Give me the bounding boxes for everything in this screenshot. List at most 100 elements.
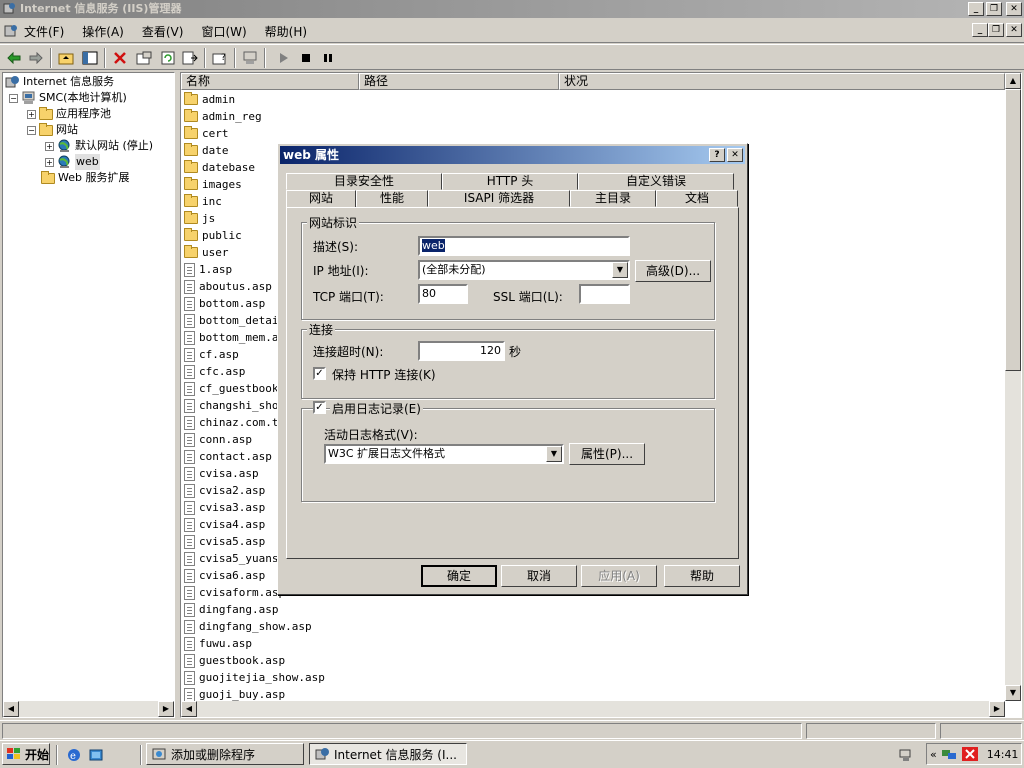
delete-icon[interactable] [110, 48, 130, 68]
keepalive-checkbox[interactable]: ✓ [313, 367, 326, 380]
scroll-down-icon[interactable]: ▼ [1005, 685, 1021, 701]
mdi-close-button[interactable]: ✕ [1006, 23, 1022, 37]
scroll-thumb[interactable] [1005, 89, 1021, 371]
tcp-port-input[interactable]: 80 [418, 284, 468, 304]
collapse-icon[interactable]: − [27, 125, 36, 135]
tab-isapi-filters[interactable]: ISAPI 筛选器 [428, 190, 570, 207]
list-item-file[interactable]: chinaz.com.tx [184, 414, 285, 431]
list-item-folder[interactable]: public [184, 227, 242, 244]
mdi-minimize-button[interactable]: _ [972, 23, 988, 37]
restore-button[interactable]: ❐ [986, 2, 1002, 16]
tab-directory-security[interactable]: 目录安全性 [286, 173, 442, 190]
network-connection-icon[interactable] [941, 746, 957, 762]
keepalive-label[interactable]: 保持 HTTP 连接(K) [332, 366, 436, 383]
tree-item-default-site[interactable]: + 默认网站 (停止) [45, 138, 153, 154]
list-item-file[interactable]: cf.asp [184, 346, 239, 363]
advanced-button[interactable]: 高级(D)... [635, 260, 711, 282]
list-item-file[interactable]: fuwu.asp [184, 635, 252, 652]
menu-action[interactable]: 操作(A) [82, 23, 124, 40]
network-tray-icon[interactable] [896, 745, 916, 765]
column-header-name[interactable]: 名称 [181, 73, 359, 90]
log-properties-button[interactable]: 属性(P)... [569, 443, 645, 465]
show-tree-icon[interactable] [80, 48, 100, 68]
apply-button[interactable]: 应用(A) [581, 565, 657, 587]
scroll-up-icon[interactable]: ▲ [1005, 73, 1021, 89]
timeout-input[interactable]: 120 [418, 341, 505, 361]
list-item-file[interactable]: bottom_detail [184, 312, 285, 329]
list-item-folder[interactable]: images [184, 176, 242, 193]
scroll-left-icon[interactable]: ◀ [181, 701, 197, 717]
tab-http-headers[interactable]: HTTP 头 [442, 173, 578, 190]
start-button[interactable]: 开始 [2, 743, 50, 765]
tab-documents[interactable]: 文档 [656, 190, 738, 207]
list-item-folder[interactable]: js [184, 210, 215, 227]
list-item-file[interactable]: guojitejia_show.asp [184, 669, 325, 686]
start-icon[interactable] [274, 48, 294, 68]
security-alert-icon[interactable] [961, 746, 979, 762]
chevron-down-icon[interactable]: ▼ [612, 262, 628, 278]
list-item-file[interactable]: changshi_show [184, 397, 285, 414]
forward-icon[interactable] [26, 48, 46, 68]
list-item-folder[interactable]: date [184, 142, 229, 159]
computer-icon[interactable] [240, 48, 260, 68]
back-icon[interactable] [4, 48, 24, 68]
list-item-file[interactable]: conn.asp [184, 431, 252, 448]
list-item-file[interactable]: cvisa5_yuansh [184, 550, 285, 567]
chevron-down-icon[interactable]: ▼ [546, 446, 562, 462]
cancel-button[interactable]: 取消 [501, 565, 577, 587]
pause-icon[interactable] [318, 48, 338, 68]
clock[interactable]: 14:41 [987, 748, 1019, 761]
list-item-file[interactable]: cvisaform.asp [184, 584, 285, 601]
list-item-file[interactable]: dingfang_show.asp [184, 618, 312, 635]
ip-address-select[interactable]: (全部未分配) ▼ [418, 260, 630, 280]
properties-icon[interactable] [134, 48, 154, 68]
menu-file[interactable]: 文件(F) [24, 23, 64, 40]
stop-icon[interactable] [296, 48, 316, 68]
dialog-close-icon[interactable]: ✕ [727, 148, 743, 162]
tree-horizontal-scrollbar[interactable]: ◀ ▶ [3, 701, 174, 717]
expand-icon[interactable]: + [45, 141, 54, 151]
export-list-icon[interactable] [180, 48, 200, 68]
tree-item-root[interactable]: Internet 信息服务 [5, 74, 114, 90]
list-item-file[interactable]: cvisa2.asp [184, 482, 265, 499]
column-header-status[interactable]: 状况 [559, 73, 1005, 90]
menu-view[interactable]: 查看(V) [142, 23, 184, 40]
column-header-path[interactable]: 路径 [359, 73, 559, 90]
help-button[interactable]: 帮助 [664, 565, 740, 587]
list-item-file[interactable]: bottom_mem.as [184, 329, 285, 346]
list-item-file[interactable]: cvisa5.asp [184, 533, 265, 550]
task-iis-manager[interactable]: Internet 信息服务 (I... [309, 743, 467, 765]
help-icon[interactable]: ? [210, 48, 230, 68]
close-button[interactable]: ✕ [1006, 2, 1022, 16]
tray-chevron-icon[interactable]: « [930, 748, 937, 761]
list-item-folder[interactable]: inc [184, 193, 222, 210]
list-item-folder[interactable]: user [184, 244, 229, 261]
scroll-left-icon[interactable]: ◀ [3, 701, 19, 717]
list-item-file[interactable]: guestbook.asp [184, 652, 285, 669]
list-item-folder[interactable]: admin [184, 91, 235, 108]
tree-item-web[interactable]: + web [45, 154, 100, 170]
ok-button[interactable]: 确定 [421, 565, 497, 587]
expand-icon[interactable]: + [45, 157, 54, 167]
refresh-icon[interactable] [158, 48, 178, 68]
task-add-remove-programs[interactable]: 添加或删除程序 [146, 743, 304, 765]
list-item-file[interactable]: cf_guestbook. [184, 380, 285, 397]
list-item-file[interactable]: cfc.asp [184, 363, 245, 380]
logging-checkbox[interactable]: ✓ [313, 401, 326, 414]
list-item-folder[interactable]: admin_reg [184, 108, 262, 125]
list-horizontal-scrollbar[interactable]: ◀ ▶ [181, 701, 1005, 717]
tree-item-web-ext[interactable]: Web 服务扩展 [41, 170, 129, 186]
list-item-file[interactable]: cvisa.asp [184, 465, 259, 482]
list-item-file[interactable]: aboutus.asp [184, 278, 272, 295]
minimize-button[interactable]: _ [968, 2, 984, 16]
list-item-file[interactable]: cvisa4.asp [184, 516, 265, 533]
menu-help[interactable]: 帮助(H) [265, 23, 307, 40]
list-item-file[interactable]: 1.asp [184, 261, 232, 278]
tab-home-directory[interactable]: 主目录 [570, 190, 656, 207]
list-vertical-scrollbar[interactable]: ▲ ▼ [1005, 73, 1021, 701]
list-item-file[interactable]: dingfang.asp [184, 601, 278, 618]
list-item-file[interactable]: cvisa3.asp [184, 499, 265, 516]
up-folder-icon[interactable] [56, 48, 76, 68]
tab-website[interactable]: 网站 [286, 190, 356, 208]
logging-label[interactable]: 启用日志记录(E) [330, 400, 423, 417]
